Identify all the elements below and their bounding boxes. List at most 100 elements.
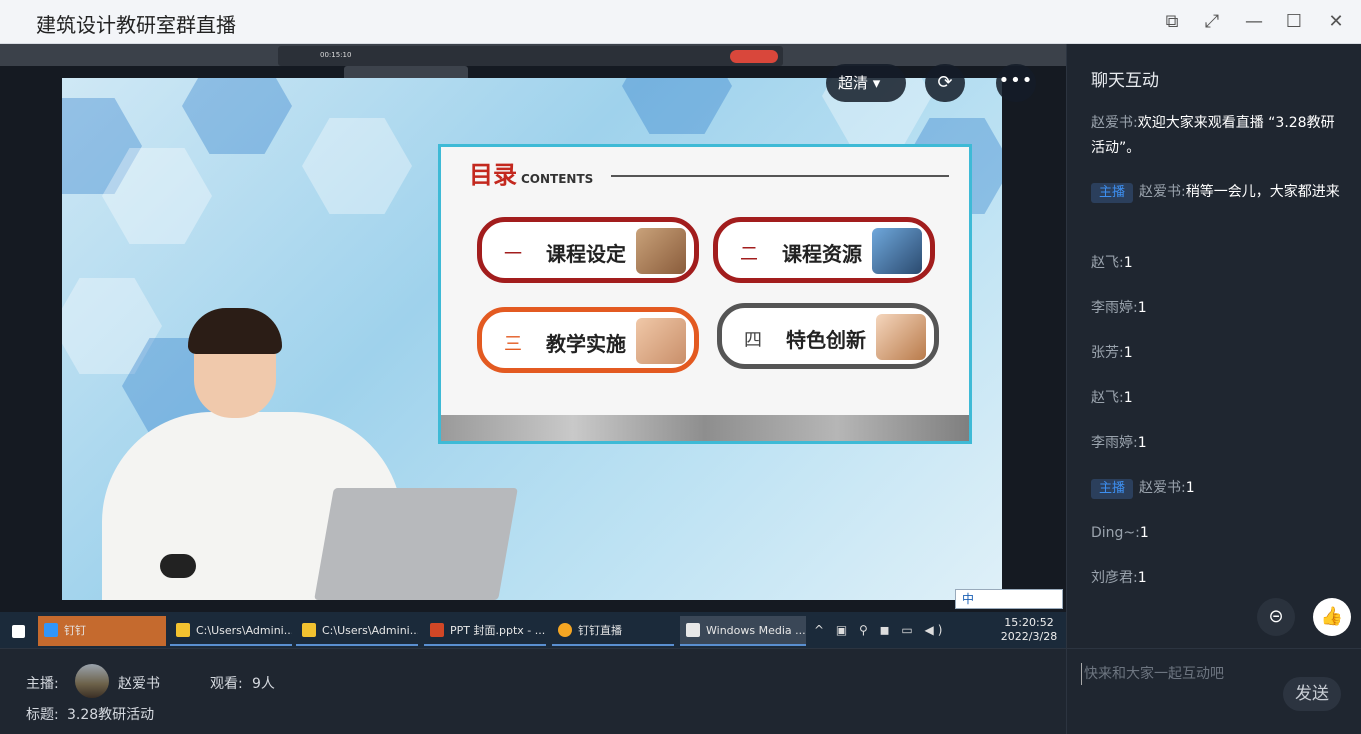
item-number: 四	[744, 330, 762, 351]
ime-language: 中	[962, 592, 981, 606]
contents-item-3: 三 教学实施	[477, 307, 699, 373]
message-author: 赵爱书:	[1139, 184, 1186, 200]
presenter-hair	[188, 308, 282, 354]
chevron-down-icon: ▾	[872, 74, 881, 92]
link-icon[interactable]: ⊝	[1257, 598, 1295, 636]
host-badge: 主播	[1091, 183, 1134, 203]
taskbar-item: C:\Users\Admini...	[296, 616, 418, 646]
message-text: 1	[1123, 390, 1133, 406]
handshake-image	[636, 318, 686, 364]
message-author: 赵飞:	[1091, 390, 1124, 406]
send-button[interactable]: 发送	[1283, 677, 1341, 711]
chat-message: 李雨婷:1	[1091, 296, 1347, 321]
contents-item-4: 四 特色创新	[717, 303, 939, 369]
rotate-icon[interactable]: ⟳	[925, 64, 965, 102]
item-label: 教学实施	[546, 332, 626, 356]
avatar	[75, 664, 109, 698]
contents-heading-text: 目录	[469, 161, 517, 189]
city-skyline-strip	[441, 415, 969, 441]
contents-heading-sub: CONTENTS	[521, 172, 594, 186]
message-author: 赵爱书:	[1091, 115, 1138, 131]
taskbar-item: 钉钉直播	[552, 616, 674, 646]
ime-toolbar: 中	[955, 589, 1063, 609]
system-tray: ^ ▣ ⚲ ◼ ▭ ◀) ◠ 中 ▣	[814, 623, 947, 637]
presentation-slide: 目录 CONTENTS 一 课程设定 二 课程资源 三 教学实施 四 特色创新	[62, 78, 1002, 600]
popout-icon[interactable]: ⧉	[1158, 8, 1186, 36]
taskbar-item-label: Windows Media ...	[706, 624, 806, 637]
chat-message: 赵爱书:欢迎大家来观看直播 “3.28教研活动”。	[1091, 111, 1347, 161]
message-text: 1	[1123, 255, 1133, 271]
message-text: 1	[1185, 480, 1195, 496]
host-badge: 主播	[1091, 479, 1134, 499]
chat-input[interactable]	[1081, 663, 1271, 685]
taskbar-item-label: C:\Users\Admini...	[322, 624, 418, 637]
topic-value: 3.28教研活动	[67, 707, 155, 723]
hex-decoration	[182, 78, 292, 154]
mouse-device	[160, 554, 196, 578]
taskbar-clock: 15:20:52 2022/3/28	[996, 616, 1062, 644]
clock-date: 2022/3/28	[1000, 630, 1058, 643]
message-author: 刘彦君:	[1091, 570, 1138, 586]
message-text: 1	[1137, 570, 1147, 586]
taskbar-item-label: PPT 封面.pptx - ...	[450, 624, 546, 637]
chat-message: 张芳:1	[1091, 341, 1347, 366]
fullscreen-icon[interactable]: ⤢	[1198, 8, 1226, 36]
chat-message: 赵飞:1	[1091, 251, 1347, 276]
devices-image	[872, 228, 922, 274]
contents-heading: 目录 CONTENTS	[469, 155, 593, 190]
folder-icon	[302, 623, 316, 637]
minimize-button[interactable]: —	[1240, 8, 1268, 36]
presenter	[102, 308, 518, 600]
contents-panel: 目录 CONTENTS 一 课程设定 二 课程资源 三 教学实施 四 特色创新	[438, 144, 972, 444]
windows-logo-icon	[12, 625, 25, 638]
message-author: 赵爱书:	[1139, 480, 1186, 496]
item-label: 特色创新	[786, 328, 866, 352]
live-video[interactable]: 00:15:10 目录 CONTENTS 一 课程设定 二 课程资源 三 教学实…	[0, 44, 1066, 648]
host-name: 赵爱书	[118, 676, 160, 692]
recording-toolbar	[278, 46, 783, 66]
taskbar-item-label: 钉钉直播	[578, 624, 622, 637]
chat-message: Ding~:1	[1091, 521, 1347, 546]
message-text: 稍等一会儿，大家都进来	[1185, 184, 1340, 200]
media-player-icon	[686, 623, 700, 637]
headset-person-image	[876, 314, 926, 360]
title-bar: 建筑设计教研室群直播 ⧉ ⤢ — ☐ ✕	[0, 0, 1361, 44]
message-text: 1	[1137, 300, 1147, 316]
item-number: 二	[740, 244, 758, 265]
thumbs-up-icon[interactable]: 👍	[1313, 598, 1351, 636]
chat-input-area: 发送	[1066, 648, 1361, 734]
chat-message: 主播 赵爱书:1	[1091, 476, 1347, 501]
chat-message: 主播 赵爱书:稍等一会儿，大家都进来	[1091, 180, 1347, 205]
chat-title: 聊天互动	[1091, 71, 1159, 91]
message-text: 1	[1123, 345, 1133, 361]
chat-message: 赵飞:1	[1091, 386, 1347, 411]
clock-time: 15:20:52	[1004, 616, 1054, 629]
taskbar-item: PPT 封面.pptx - ...	[424, 616, 546, 646]
recording-timer: 00:15:10	[320, 51, 352, 59]
contents-item-1: 一 课程设定	[477, 217, 699, 283]
contents-item-2: 二 课程资源	[713, 217, 935, 283]
message-author: 李雨婷:	[1091, 435, 1138, 451]
laptop	[314, 488, 518, 600]
item-number: 三	[504, 334, 522, 355]
message-author: 李雨婷:	[1091, 300, 1138, 316]
close-button[interactable]: ✕	[1322, 8, 1350, 36]
maximize-button[interactable]: ☐	[1280, 8, 1308, 36]
chat-message: 李雨婷:1	[1091, 431, 1347, 456]
message-author: 张芳:	[1091, 345, 1124, 361]
item-label: 课程设定	[546, 242, 626, 266]
message-text: 1	[1139, 525, 1149, 541]
heading-divider	[611, 175, 949, 177]
taskbar-item: Windows Media ...	[680, 616, 806, 646]
window-title: 建筑设计教研室群直播	[36, 13, 236, 37]
chat-message: 刘彦君:1	[1091, 566, 1347, 591]
dingtalk-icon	[44, 623, 58, 637]
taskbar-item-label: 钉钉	[64, 624, 86, 637]
item-number: 一	[504, 244, 522, 265]
more-icon[interactable]: •••	[996, 64, 1036, 102]
quality-label: 超清	[838, 74, 869, 92]
taskbar-item: C:\Users\Admini...	[170, 616, 292, 646]
quality-selector[interactable]: 超清 ▾	[826, 64, 906, 102]
viewers-count: 9人	[252, 676, 275, 692]
folder-icon	[176, 623, 190, 637]
